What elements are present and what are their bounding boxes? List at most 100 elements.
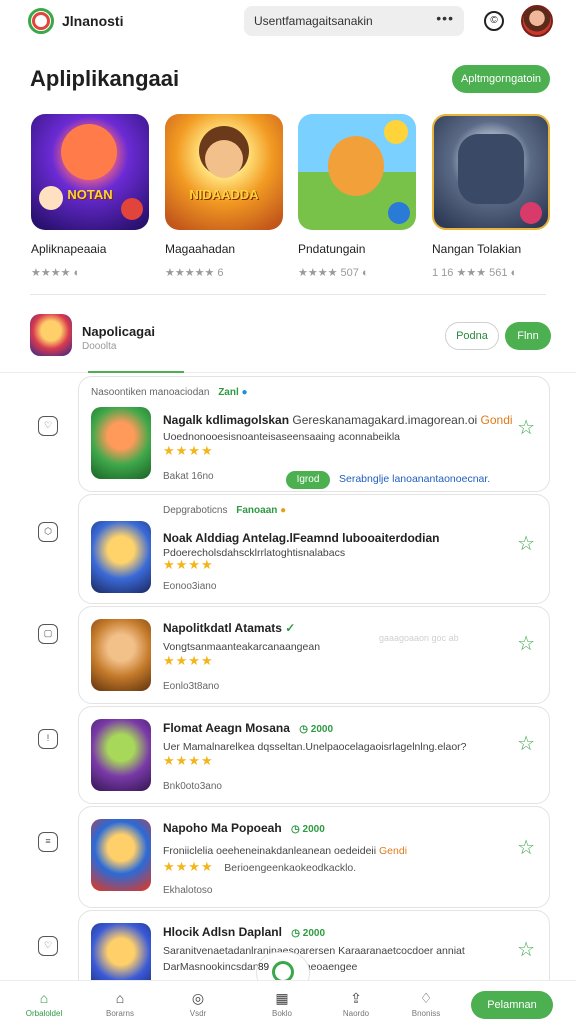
favorite-star-icon[interactable]: ☆ [517,731,535,756]
list-header-text: Nasoontiken manoaciodan [91,387,210,398]
featured-card[interactable]: Pndatungain ★★★★ 507 ◐ [298,114,416,279]
more-options-icon[interactable]: ••• [436,10,454,26]
card-rating: ★★★★★ 6 [165,267,224,279]
item-description: Uoednonooesisnoanteisaseensaaing aconnab… [163,431,401,443]
featured-action-button[interactable]: Apltmgorngatoin [452,65,550,93]
item-description: Uer Mamalnarelkea dqsseltan.Unelpaocelag… [163,741,467,753]
star-rating: ★★★★ [163,443,214,458]
star-rating: ★★★★ Berioengeenkaokeodkacklo. [163,859,356,875]
list-header-badge: Zanl [218,387,239,398]
nav-label: Bnoniss [411,1009,441,1018]
favorite-star-icon[interactable]: ☆ [517,835,535,860]
item-top-badge: Fanoaan [236,505,278,516]
verified-icon: ● [241,387,248,398]
nav-item-notifications[interactable]: ♢ Bnoniss [396,989,456,1018]
star-rating: ★★★★ [163,653,214,668]
app-icon[interactable] [91,407,151,479]
heart-icon[interactable]: ♡ [38,936,58,956]
item-description-text: Froniiclelia oeeheneinakdanleanean oedei… [163,845,377,857]
game-thumbnail[interactable]: NOTAN [31,114,149,230]
item-meta: Bnk0oto3ano [163,781,222,792]
item-description: Froniiclelia oeeheneinakdanleanean oedei… [163,845,407,857]
upload-icon: ⇪ [350,990,362,1006]
item-badge: ◷ 2000 [291,928,326,939]
app-icon[interactable] [91,619,151,691]
bag-icon[interactable]: ≡ [38,832,58,852]
nav-item-browse[interactable]: ⌂ Borarns [90,989,150,1018]
primary-button[interactable]: Flnn [505,322,551,350]
thumbnail-logo-text: NIDAADDA [189,187,259,202]
search-text: Usentfamagaitsanakin [254,14,373,28]
card-name: Magaahadan [165,242,236,256]
list-item[interactable]: Napolitkdatl Atamats ✓ Vongtsanmaanteaka… [78,606,550,704]
item-title: Napolitkdatl Atamats ✓ [163,621,295,635]
star-rating-stars: ★★★★ [163,859,214,874]
item-title-highlight: Gondi [480,413,513,427]
install-pill-button[interactable]: Igrod [286,471,330,489]
app-icon[interactable] [91,819,151,891]
nav-item-discover[interactable]: ◎ Vsdr [168,989,228,1018]
message-icon[interactable]: ▢ [38,624,58,644]
featured-card[interactable]: NIDAADDA Magaahadan ★★★★★ 6 [165,114,283,279]
section-divider [30,294,546,295]
featured-card[interactable]: NOTAN Apliknapeaaia ★★★★ ◐ [31,114,149,279]
game-thumbnail[interactable] [298,114,416,230]
top-bar: Jlnanosti Usentfamagaitsanakin ••• © [0,0,576,44]
secondary-button[interactable]: Podna [445,322,499,350]
app-icon[interactable] [91,521,151,593]
list-item[interactable]: Flomat Aeagn Mosana ◷ 2000 Uer Mamalnare… [78,706,550,804]
item-top-text: Depgraboticns [163,505,228,516]
nav-item-home[interactable]: ⌂ Orbaloldel [14,989,74,1018]
list-item[interactable]: Napoho Ma Popoeah ◷ 2000 Froniiclelia oe… [78,806,550,908]
hexagon-icon[interactable]: ⬡ [38,522,58,542]
list-item[interactable]: Nasoontiken manoaciodan Zanl ● Nagalk kd… [78,376,550,492]
favorite-star-icon[interactable]: ☆ [517,631,535,656]
game-thumbnail[interactable]: NIDAADDA [165,114,283,230]
chat-icon[interactable]: ♡ [38,416,58,436]
card-rating: 1 16 ★★★ 561 ◐ [432,267,518,279]
list-header: Nasoontiken manoaciodan Zanl ● [91,387,248,398]
item-badge: ◷ 2000 [299,724,334,735]
tab-line [0,372,576,373]
item-title: Flomat Aeagn Mosana ◷ 2000 [163,721,333,735]
item-link[interactable]: Serabnglje lanoanantaonoecnar. [339,473,490,485]
collection-icon[interactable] [30,314,72,356]
item-title-extra: Gereskanamagakard.imagorean.oi [292,413,478,427]
house-icon: ⌂ [115,990,125,1006]
favorite-star-icon[interactable]: ☆ [517,937,535,962]
item-description-highlight: Gendi [379,845,408,857]
primary-cta-button[interactable]: Pelamnan [471,991,553,1019]
active-tab-indicator [88,371,184,373]
home-icon: ⌂ [39,990,49,1006]
thumbnail-logo-text: NOTAN [67,187,113,202]
target-icon: ◎ [191,990,205,1006]
nav-label: Vsdr [189,1009,207,1018]
app-icon[interactable] [91,719,151,791]
verified-icon: ✓ [285,621,296,635]
app-logo-icon[interactable] [28,8,54,34]
history-icon[interactable]: © [484,11,504,31]
collection-title: Napolicagai [82,324,155,339]
item-title-text: Nagalk kdlimagolskan [163,413,290,427]
card-rating: ★★★★ 507 ◐ [298,267,369,279]
item-title-text: Napoho Ma Popoeah [163,821,282,835]
favorite-star-icon[interactable]: ☆ [517,415,535,440]
avatar[interactable] [521,5,553,37]
search-bar[interactable]: Usentfamagaitsanakin ••• [244,6,464,36]
featured-card[interactable]: Nangan Tolakian 1 16 ★★★ 561 ◐ [432,114,550,279]
star-rating: ★★★★ [163,753,214,768]
nav-item-library[interactable]: ▦ Boklo [252,989,312,1018]
nav-label: Orbaloldel [25,1009,63,1018]
game-thumbnail[interactable] [432,114,550,230]
item-title-text: Napolitkdatl Atamats [163,621,282,635]
item-title-text: Hlocik Adlsn Daplanl [163,925,282,939]
featured-title: Apliplikangaai [30,66,180,91]
list-item[interactable]: Depgraboticns Fanoaan ● Noak Alddiag Ant… [78,494,550,604]
shield-icon[interactable]: ! [38,729,58,749]
nav-label: Borarns [105,1009,134,1018]
item-badge: ◷ 2000 [291,824,325,835]
favorite-star-icon[interactable]: ☆ [517,531,535,556]
nav-item-updates[interactable]: ⇪ Naordo [326,989,386,1018]
card-name: Apliknapeaaia [31,242,107,256]
item-top-line: Depgraboticns Fanoaan ● [163,505,286,516]
